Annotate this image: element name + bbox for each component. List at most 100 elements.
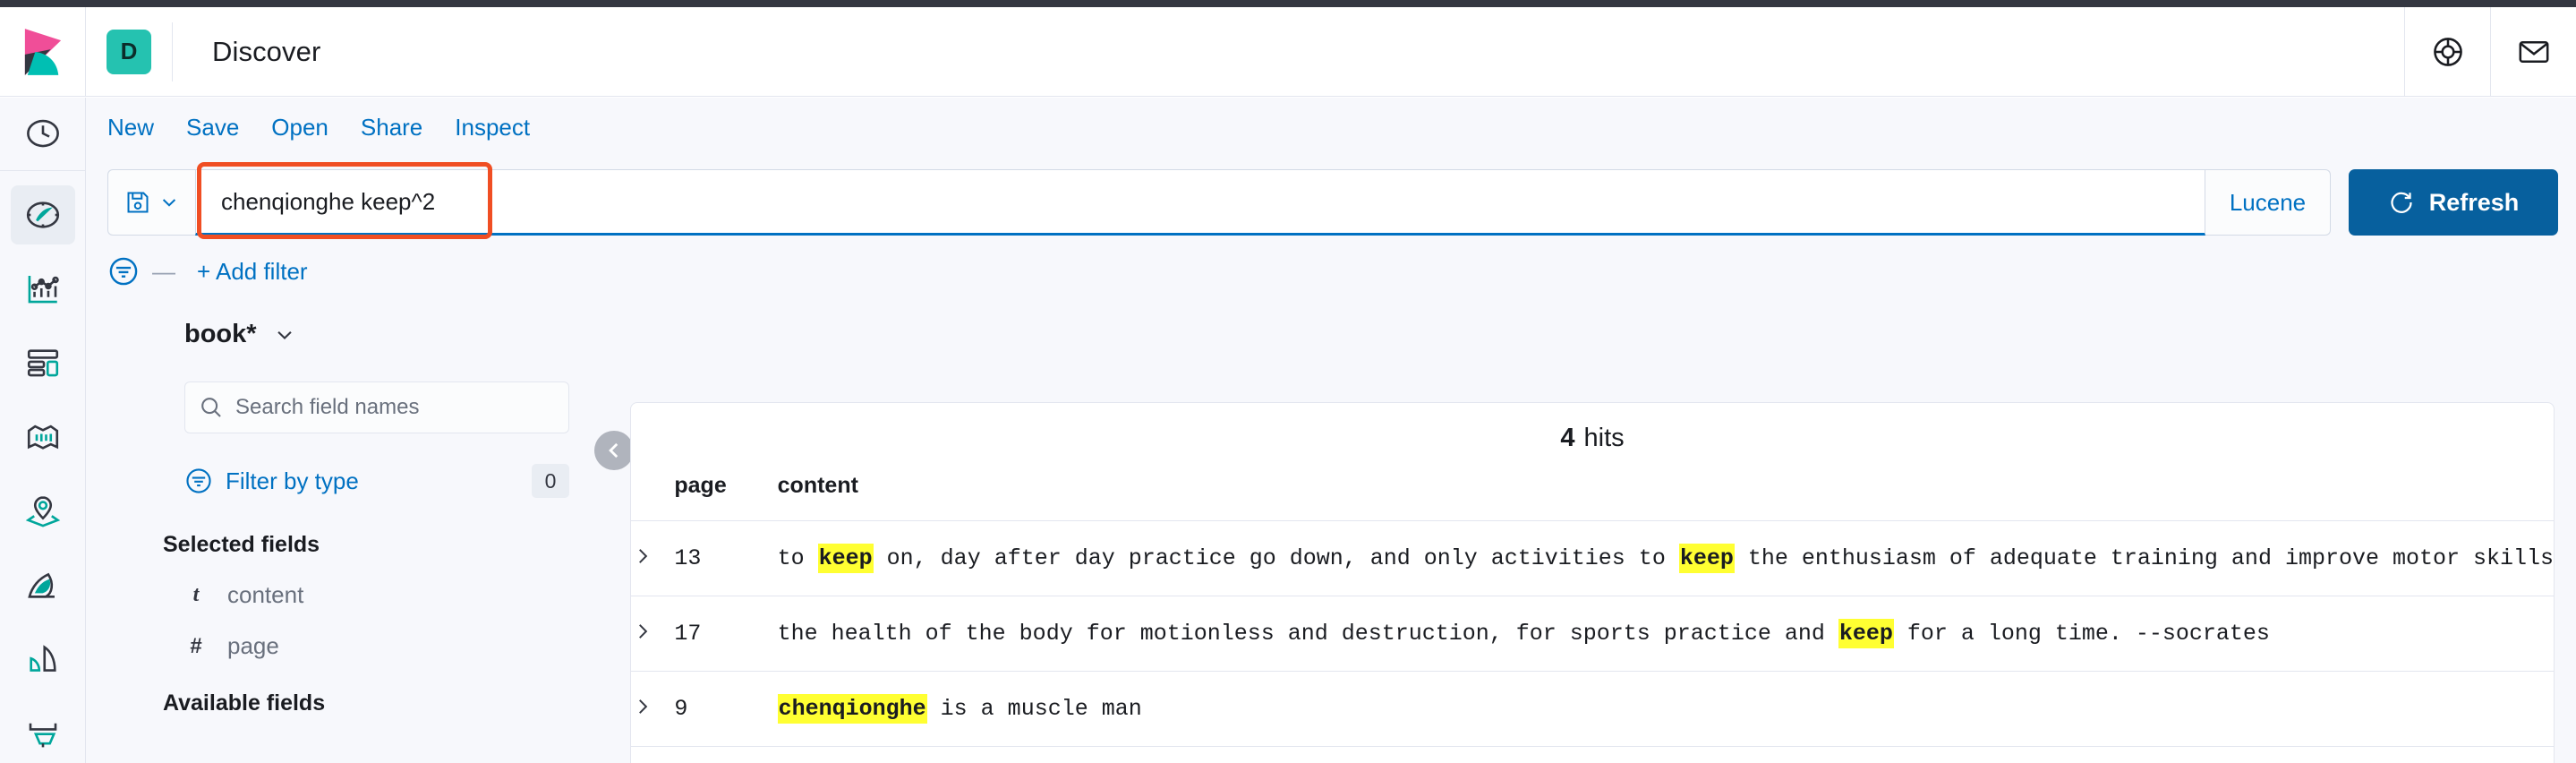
sidebar-item-visualize[interactable] (11, 259, 75, 319)
top-accent-strip (0, 0, 2576, 7)
filter-options-button[interactable] (107, 255, 140, 287)
query-input[interactable] (195, 169, 2205, 236)
field-search-wrapper (184, 382, 569, 433)
filter-by-type-button[interactable]: Filter by type 0 (184, 460, 569, 502)
top-nav-menu: New Save Open Share Inspect (107, 114, 530, 141)
table-row[interactable]: 8chenqionghe喜欢运动，生命是如此的精彩，生命是如此的辉煌 (631, 747, 2554, 763)
cell-page: 9 (674, 671, 778, 747)
table-head: page content (631, 473, 2554, 521)
highlighted-term: keep (817, 544, 874, 573)
field-type-token-number: # (190, 633, 202, 658)
refresh-button[interactable]: Refresh (2349, 169, 2558, 236)
line-chart-visualize-icon (28, 275, 59, 303)
query-bar: Lucene Refresh (107, 162, 2558, 239)
content-text: on, day after day practice go down, and … (873, 545, 1679, 571)
table-row[interactable]: 13 to keep on, day after day practice go … (631, 520, 2554, 596)
chevron-down-icon (277, 330, 292, 339)
search-field-names-input[interactable] (184, 382, 569, 433)
kibana-logo-cell[interactable] (0, 6, 86, 97)
filter-settings-icon (109, 257, 138, 286)
filter-by-type-count: 0 (532, 464, 569, 498)
page-title: Discover (212, 35, 321, 67)
content-text: is a muscle man (926, 696, 1142, 722)
saved-query-button[interactable] (107, 169, 195, 236)
table-header-row: page content (631, 473, 2554, 521)
chevron-right-expand-icon (639, 699, 648, 714)
sidebar-item-dashboard[interactable] (11, 333, 75, 393)
index-pattern-name: book* (184, 320, 257, 348)
main-content: New Save Open Share Inspect Lucene (86, 98, 2576, 763)
nav-recently-viewed[interactable] (0, 98, 86, 171)
filter-separator: — (152, 257, 175, 285)
help-button[interactable] (2404, 6, 2490, 97)
table-row[interactable]: 17 the health of the body for motionless … (631, 596, 2554, 672)
topnav-save[interactable]: Save (186, 114, 239, 141)
sidebar-item-apm[interactable] (11, 630, 75, 690)
sidebar-item-discover[interactable] (10, 184, 75, 245)
dashboard-grid-icon (27, 349, 58, 377)
column-header-expand (631, 473, 675, 521)
expand-row-button[interactable] (631, 671, 675, 747)
uptime-icon (29, 723, 56, 747)
content-text: the health of the body for motionless an… (777, 621, 1838, 647)
apm-icon (29, 645, 56, 672)
highlighted-term: keep (1678, 544, 1735, 573)
field-type-token-string: t (192, 583, 200, 606)
query-language-button[interactable]: Lucene (2205, 169, 2331, 236)
highlighted-term: chenqionghe (777, 694, 927, 724)
expand-row-button[interactable] (631, 596, 675, 672)
hits-summary: 4 hits (631, 403, 2554, 473)
index-pattern-selector[interactable]: book* (184, 320, 555, 349)
header-divider (172, 21, 173, 81)
expand-row-button[interactable] (631, 747, 674, 763)
cell-page: 8 (674, 747, 777, 763)
filter-bar: — + Add filter (107, 255, 308, 287)
table-row[interactable]: 9 chenqionghe is a muscle man (631, 671, 2554, 747)
topnav-new[interactable]: New (107, 114, 154, 141)
sidebar-item-uptime[interactable] (11, 703, 75, 763)
content-text: the enthusiasm of adequate training and … (1734, 545, 2554, 571)
cell-content: chenqionghe喜欢运动，生命是如此的精彩，生命是如此的辉煌 (778, 747, 2554, 763)
clock-recently-viewed-icon (26, 119, 59, 148)
table-body: 13 to keep on, day after day practice go … (631, 520, 2554, 763)
highlighted-term: keep (1838, 619, 1894, 648)
content-text: to (777, 545, 818, 571)
sidebar-item-maps[interactable] (11, 481, 75, 541)
sidebar-item-machine-learning[interactable] (11, 555, 75, 615)
app-badge: D (107, 29, 151, 74)
mail-button[interactable] (2490, 6, 2576, 97)
collapse-sidebar-button[interactable] (594, 431, 634, 470)
search-icon (201, 398, 221, 417)
column-header-page: page (674, 473, 778, 521)
cell-page: 13 (674, 520, 778, 596)
canvas-presentation-icon (27, 424, 58, 450)
kibana-logo (24, 28, 61, 75)
topnav-share[interactable]: Share (361, 114, 422, 141)
field-item-page[interactable]: # page (184, 632, 555, 660)
save-disk-icon (127, 192, 148, 213)
filter-icon (186, 468, 211, 493)
field-name-label: content (227, 581, 304, 608)
selected-fields-title: Selected fields (163, 532, 320, 557)
app-badge-cell: D (86, 7, 172, 97)
content-text: for a long time. --socrates (1893, 621, 2270, 647)
header-actions (2404, 6, 2576, 97)
expand-row-button[interactable] (631, 520, 675, 596)
chevron-right-expand-icon (639, 624, 648, 639)
hits-count: 4 (1560, 423, 1575, 452)
add-filter-link[interactable]: + Add filter (197, 258, 308, 286)
topnav-open[interactable]: Open (271, 114, 328, 141)
field-name-label: page (227, 632, 279, 659)
chevron-down-icon (162, 199, 175, 207)
refresh-label: Refresh (2428, 188, 2520, 216)
cell-content: chenqionghe is a muscle man (777, 671, 2554, 747)
map-marker-layers-icon (25, 495, 60, 527)
documents-table: page content 13 to keep on, day after day… (631, 473, 2554, 763)
column-header-content: content (777, 473, 2554, 521)
mail-envelope-icon (2519, 40, 2548, 63)
primary-nav-rail (0, 98, 86, 763)
field-item-content[interactable]: t content (184, 581, 555, 609)
cell-page: 17 (674, 596, 778, 672)
sidebar-item-canvas[interactable] (11, 407, 75, 467)
topnav-inspect[interactable]: Inspect (455, 114, 530, 141)
